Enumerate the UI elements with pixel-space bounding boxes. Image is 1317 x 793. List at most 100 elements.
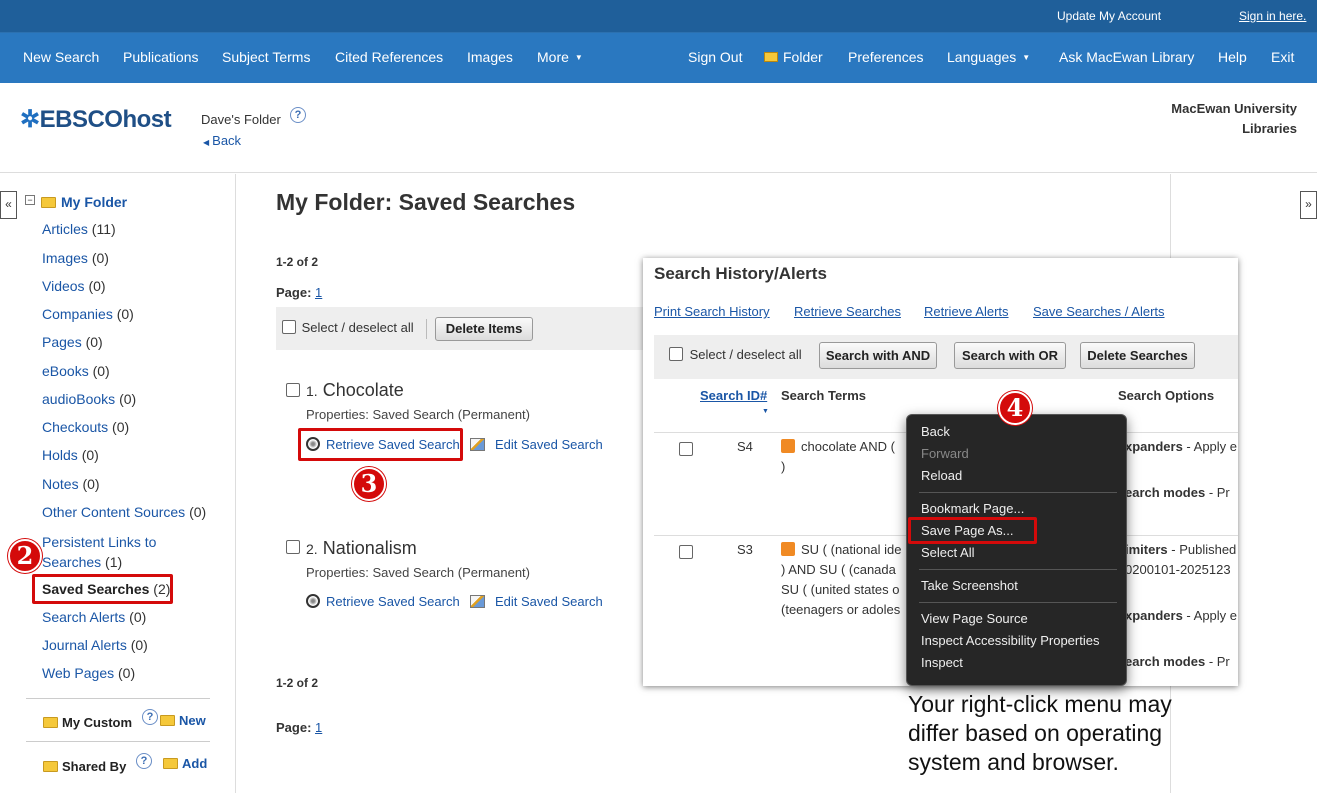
add-label: Add xyxy=(182,756,208,771)
search-options-cell: xpanders - Apply e xyxy=(1125,437,1237,457)
select-all-checkbox[interactable] xyxy=(282,320,296,334)
help-icon[interactable]: ? xyxy=(290,107,306,123)
nav-folder-label: Folder xyxy=(783,49,823,65)
my-folder-node[interactable]: My Folder xyxy=(41,194,127,212)
result-checkbox[interactable] xyxy=(286,383,300,397)
sidebar-item-count: (0) xyxy=(189,504,207,520)
sidebar-item-notes[interactable]: Notes (0) xyxy=(42,476,100,492)
history-select-all[interactable]: Select / deselect all xyxy=(669,347,802,362)
nav-publications[interactable]: Publications xyxy=(123,49,199,65)
update-account-link[interactable]: Update My Account xyxy=(1057,9,1161,23)
search-terms-line: SU ( (united states o xyxy=(781,582,900,597)
nav-subject-terms[interactable]: Subject Terms xyxy=(222,49,310,65)
sign-in-link[interactable]: Sign in here. xyxy=(1239,9,1306,23)
menu-item-select-all[interactable]: Select All xyxy=(921,545,974,560)
edit-saved-search-link[interactable]: Edit Saved Search xyxy=(470,594,603,609)
tree-collapse-icon[interactable]: − xyxy=(25,195,35,205)
search-terms-line: chocolate AND ( xyxy=(801,439,895,454)
collapse-right-button[interactable]: » xyxy=(1300,191,1317,219)
nav-ask-library[interactable]: Ask MacEwan Library xyxy=(1059,49,1194,65)
sidebar-item-journal-alerts[interactable]: Journal Alerts (0) xyxy=(42,637,148,653)
rss-icon[interactable] xyxy=(781,439,795,453)
menu-item-back[interactable]: Back xyxy=(921,424,950,439)
print-search-history-link[interactable]: Print Search History xyxy=(654,304,770,319)
nav-help[interactable]: Help xyxy=(1218,49,1247,65)
sidebar-item-web-pages[interactable]: Web Pages (0) xyxy=(42,665,135,681)
sidebar-item-pages[interactable]: Pages (0) xyxy=(42,334,103,350)
help-icon[interactable]: ? xyxy=(142,709,158,725)
sidebar-item-label: eBooks xyxy=(42,363,89,379)
nav-cited-references[interactable]: Cited References xyxy=(335,49,443,65)
nav-sign-out[interactable]: Sign Out xyxy=(688,49,742,65)
back-link[interactable]: ◀ Back xyxy=(203,133,241,148)
search-terms-line: SU ( (national ide xyxy=(801,542,902,557)
nav-folder[interactable]: Folder xyxy=(764,49,823,65)
sidebar-item-other-content-sources[interactable]: Other Content Sources (0) xyxy=(42,504,206,520)
folder-title: Dave's Folder xyxy=(201,112,281,127)
save-searches-alerts-link[interactable]: Save Searches / Alerts xyxy=(1033,304,1165,319)
sidebar-item-checkouts[interactable]: Checkouts (0) xyxy=(42,419,129,435)
menu-item-view-page-source[interactable]: View Page Source xyxy=(921,611,1028,626)
ebscohost-logo[interactable]: ✲EBSCOhost xyxy=(20,105,172,134)
select-all-control[interactable]: Select / deselect all xyxy=(282,320,414,335)
menu-item-take-screenshot[interactable]: Take Screenshot xyxy=(921,578,1018,593)
option-value: - Published xyxy=(1167,542,1237,557)
sidebar-item-label: audioBooks xyxy=(42,391,116,407)
search-with-and-button[interactable]: Search with AND xyxy=(819,342,937,369)
select-all-label: Select / deselect all xyxy=(301,320,414,335)
edit-saved-search-link[interactable]: Edit Saved Search xyxy=(470,437,603,452)
search-terms-cell: chocolate AND () xyxy=(781,437,895,477)
nav-images[interactable]: Images xyxy=(467,49,513,65)
page-label: Page: xyxy=(276,720,312,735)
my-custom-folder[interactable]: My Custom xyxy=(43,715,132,730)
sort-search-id-header[interactable]: Search ID# xyxy=(700,388,767,403)
nav-preferences[interactable]: Preferences xyxy=(848,49,923,65)
nav-new-search[interactable]: New Search xyxy=(23,49,99,65)
retrieve-alerts-link[interactable]: Retrieve Alerts xyxy=(924,304,1009,319)
nav-languages[interactable]: Languages ▼ xyxy=(947,49,1030,65)
sidebar-item-label-line-2: Searches xyxy=(42,554,102,570)
result-checkbox[interactable] xyxy=(286,540,300,554)
shared-by-folder[interactable]: Shared By xyxy=(43,759,126,774)
history-row-checkbox[interactable] xyxy=(679,442,693,456)
sidebar-item-videos[interactable]: Videos (0) xyxy=(42,278,106,294)
new-folder-button[interactable]: New xyxy=(160,713,206,728)
result-title-text: Nationalism xyxy=(322,538,417,558)
retrieve-saved-search-link[interactable]: Retrieve Saved Search xyxy=(306,594,460,609)
caret-down-icon: ▼ xyxy=(574,53,583,62)
caret-down-icon: ▼ xyxy=(1022,53,1031,62)
page-link[interactable]: 1 xyxy=(315,285,322,300)
sidebar-item-search-alerts[interactable]: Search Alerts (0) xyxy=(42,609,146,625)
sidebar-item-images[interactable]: Images (0) xyxy=(42,250,109,266)
result-title[interactable]: 1. Chocolate xyxy=(306,380,404,401)
sidebar-item-ebooks[interactable]: eBooks (0) xyxy=(42,363,110,379)
select-all-checkbox[interactable] xyxy=(669,347,683,361)
sidebar-item-articles[interactable]: Articles (11) xyxy=(42,221,116,237)
delete-items-button[interactable]: Delete Items xyxy=(435,317,533,341)
add-folder-icon xyxy=(163,758,178,769)
result-title[interactable]: 2. Nationalism xyxy=(306,538,417,559)
nav-more[interactable]: More ▼ xyxy=(537,49,583,65)
sidebar-item-holds[interactable]: Holds (0) xyxy=(42,447,99,463)
sidebar-item-audiobooks[interactable]: audioBooks (0) xyxy=(42,391,136,407)
rss-icon[interactable] xyxy=(781,542,795,556)
sidebar-item-companies[interactable]: Companies (0) xyxy=(42,306,134,322)
search-with-or-button[interactable]: Search with OR xyxy=(954,342,1066,369)
history-toolbar: Select / deselect all Search with AND Se… xyxy=(654,335,1238,379)
add-folder-button[interactable]: Add xyxy=(163,756,207,771)
sort-desc-icon: ▼ xyxy=(762,408,769,415)
nav-exit[interactable]: Exit xyxy=(1271,49,1294,65)
menu-item-reload[interactable]: Reload xyxy=(921,468,962,483)
help-icon[interactable]: ? xyxy=(136,753,152,769)
my-custom-label: My Custom xyxy=(62,715,133,730)
retrieve-searches-link[interactable]: Retrieve Searches xyxy=(794,304,901,319)
page-link[interactable]: 1 xyxy=(315,720,322,735)
sidebar-item-persistent-links[interactable]: Persistent Links to Searches (1) xyxy=(42,532,156,572)
menu-item-bookmark-page[interactable]: Bookmark Page... xyxy=(921,501,1024,516)
institution-line-1: MacEwan University xyxy=(1171,101,1297,116)
delete-searches-button[interactable]: Delete Searches xyxy=(1080,342,1195,369)
history-row-checkbox[interactable] xyxy=(679,545,693,559)
menu-item-inspect-accessibility[interactable]: Inspect Accessibility Properties xyxy=(921,633,1099,648)
menu-item-inspect[interactable]: Inspect xyxy=(921,655,963,670)
sidebar-item-label: Persistent Links to xyxy=(42,534,157,550)
